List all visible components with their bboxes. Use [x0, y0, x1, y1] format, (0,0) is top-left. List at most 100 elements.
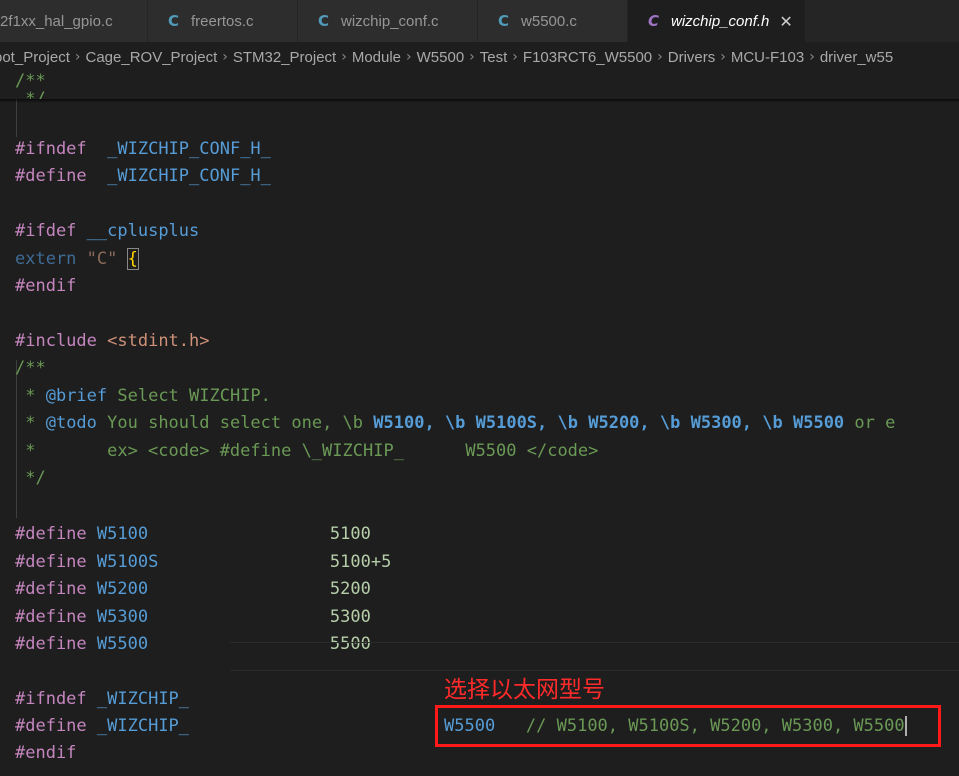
doc-tag-brief: @brief: [45, 386, 108, 406]
code-line: #ifndef _WIZCHIP_CONF_H_: [15, 136, 271, 163]
breadcrumb-separator-icon: ›: [406, 49, 412, 65]
breadcrumb-item[interactable]: Test: [480, 49, 508, 66]
annotation-label: 选择以太网型号: [444, 677, 605, 703]
c-file-icon: C: [318, 12, 330, 30]
code-line: #define W5300 5300: [15, 604, 371, 631]
macro-value: 5100+5: [329, 551, 392, 572]
tab-hal-gpio[interactable]: 2f1xx_hal_gpio.c: [0, 0, 148, 42]
macro-name: _WIZCHIP_: [96, 689, 190, 709]
tab-freertos[interactable]: C freertos.c: [148, 0, 298, 42]
code-line: #ifndef _WIZCHIP_: [15, 686, 189, 713]
macro-name: W5200: [96, 579, 149, 599]
breadcrumb-separator-icon: ›: [720, 49, 726, 65]
comment-text: , \b: [639, 413, 691, 433]
breadcrumb-path: oot_Project › Cage_ROV_Project › STM32_Proje…: [0, 49, 893, 66]
chip-name: W5100S: [475, 413, 538, 433]
chip-name: W5100: [373, 413, 425, 433]
code-line: #define W5100 5100: [15, 521, 371, 548]
comment-text: , \b: [741, 413, 793, 433]
chip-name: W5500: [792, 413, 845, 433]
macro-name: _WIZCHIP_: [96, 716, 190, 736]
breadcrumb-item[interactable]: W5500: [417, 49, 465, 66]
doc-tag-todo: @todo: [45, 413, 97, 433]
macro-name: W5100: [96, 524, 149, 544]
tab-w5500-c[interactable]: C w5500.c: [478, 0, 628, 42]
breadcrumb-separator-icon: ›: [469, 49, 475, 65]
code-line: #define W5100S 5100+5: [15, 549, 391, 576]
breadcrumb-item[interactable]: STM32_Project: [233, 49, 336, 66]
matched-brace: {: [126, 248, 139, 270]
macro-value: 5200: [329, 579, 371, 599]
preprocessor-keyword: #ifndef: [15, 139, 87, 159]
comment-text: Select WIZCHIP.: [107, 386, 271, 406]
code-line: * @brief Select WIZCHIP.: [15, 383, 271, 410]
code-line: #endif: [15, 276, 77, 296]
macro-name: _WIZCHIP_CONF_H_: [107, 139, 271, 159]
code-line: #ifdef __cplusplus: [15, 218, 199, 245]
tab-label: wizchip_conf.h: [671, 12, 770, 30]
include-header: <stdint.h>: [107, 331, 210, 351]
preprocessor-keyword: #define: [15, 551, 87, 572]
code-line: #include <stdint.h>: [15, 328, 210, 355]
comment-star: *: [15, 386, 46, 406]
keyword-extern: extern: [15, 249, 77, 269]
tab-label: w5500.c: [521, 12, 577, 30]
code-line: extern "C" {: [15, 246, 139, 273]
code-line: #define W5200 5200: [15, 576, 371, 603]
code-line: */: [15, 468, 46, 488]
breadcrumb-item[interactable]: F103RCT6_W5500: [523, 49, 652, 66]
preprocessor-keyword: #define: [15, 716, 87, 736]
tab-wizchip-conf-h[interactable]: C wizchip_conf.h ✕: [628, 0, 806, 42]
tab-wizchip-conf-c[interactable]: C wizchip_conf.c: [298, 0, 478, 42]
tab-label: wizchip_conf.c: [341, 12, 439, 30]
preprocessor-keyword: #define: [15, 166, 87, 186]
breadcrumb-separator-icon: ›: [512, 49, 518, 65]
annotation-highlight-box: [435, 705, 941, 747]
macro-value: 5100: [329, 524, 371, 544]
tab-label: freertos.c: [191, 12, 254, 30]
current-line-highlight: [230, 642, 959, 671]
breadcrumb-item[interactable]: oot_Project: [0, 49, 70, 66]
c-file-icon: C: [648, 12, 660, 30]
chip-name: W5300: [690, 413, 742, 433]
breadcrumb-separator-icon: ›: [657, 49, 663, 65]
breadcrumb-item[interactable]: Module: [352, 49, 401, 66]
scroll-shadow: [0, 99, 959, 103]
breadcrumb-item[interactable]: Drivers: [668, 49, 716, 66]
preprocessor-keyword: #ifdef: [15, 221, 77, 241]
preprocessor-keyword: #include: [15, 331, 97, 351]
macro-name: W5100S: [96, 551, 159, 572]
comment-text: or e: [844, 413, 896, 433]
tab-label: 2f1xx_hal_gpio.c: [0, 12, 113, 30]
breadcrumb-separator-icon: ›: [222, 49, 228, 65]
breadcrumb-item[interactable]: MCU-F103: [731, 49, 804, 66]
preprocessor-keyword: #define: [15, 524, 87, 544]
breadcrumb-item[interactable]: Cage_ROV_Project: [86, 49, 218, 66]
preprocessor-keyword: #define: [15, 606, 87, 627]
preprocessor-keyword: #define: [15, 634, 87, 654]
code-line: #define _WIZCHIP_: [15, 713, 189, 740]
code-line: * @todo You should select one, \b W5100,…: [15, 410, 895, 437]
c-file-icon: C: [498, 12, 510, 30]
comment-star: *: [15, 413, 46, 433]
breadcrumb-separator-icon: ›: [809, 49, 815, 65]
c-file-icon: C: [168, 12, 180, 30]
breadcrumb: oot_Project › Cage_ROV_Project › STM32_Proje…: [0, 42, 959, 72]
macro-name: _WIZCHIP_CONF_H_: [107, 166, 271, 186]
code-line: /**: [15, 358, 46, 378]
editor-tab-bar: 2f1xx_hal_gpio.c C freertos.c C wizchip_…: [0, 0, 959, 42]
macro-name: W5300: [96, 606, 149, 627]
breadcrumb-separator-icon: ›: [74, 49, 81, 65]
macro-value: 5300: [329, 606, 371, 627]
code-line: #endif: [15, 743, 77, 763]
string-literal: "C": [86, 249, 118, 269]
chip-name: W5200: [588, 413, 640, 433]
code-line: #define _WIZCHIP_CONF_H_: [15, 163, 271, 190]
breadcrumb-separator-icon: ›: [341, 49, 347, 65]
preprocessor-keyword: #define: [15, 579, 87, 599]
preprocessor-keyword: #ifndef: [15, 689, 87, 709]
close-icon[interactable]: ✕: [779, 12, 792, 31]
macro-name: __cplusplus: [86, 221, 200, 241]
indent-guide: [16, 99, 17, 137]
breadcrumb-item[interactable]: driver_w55: [820, 49, 893, 66]
